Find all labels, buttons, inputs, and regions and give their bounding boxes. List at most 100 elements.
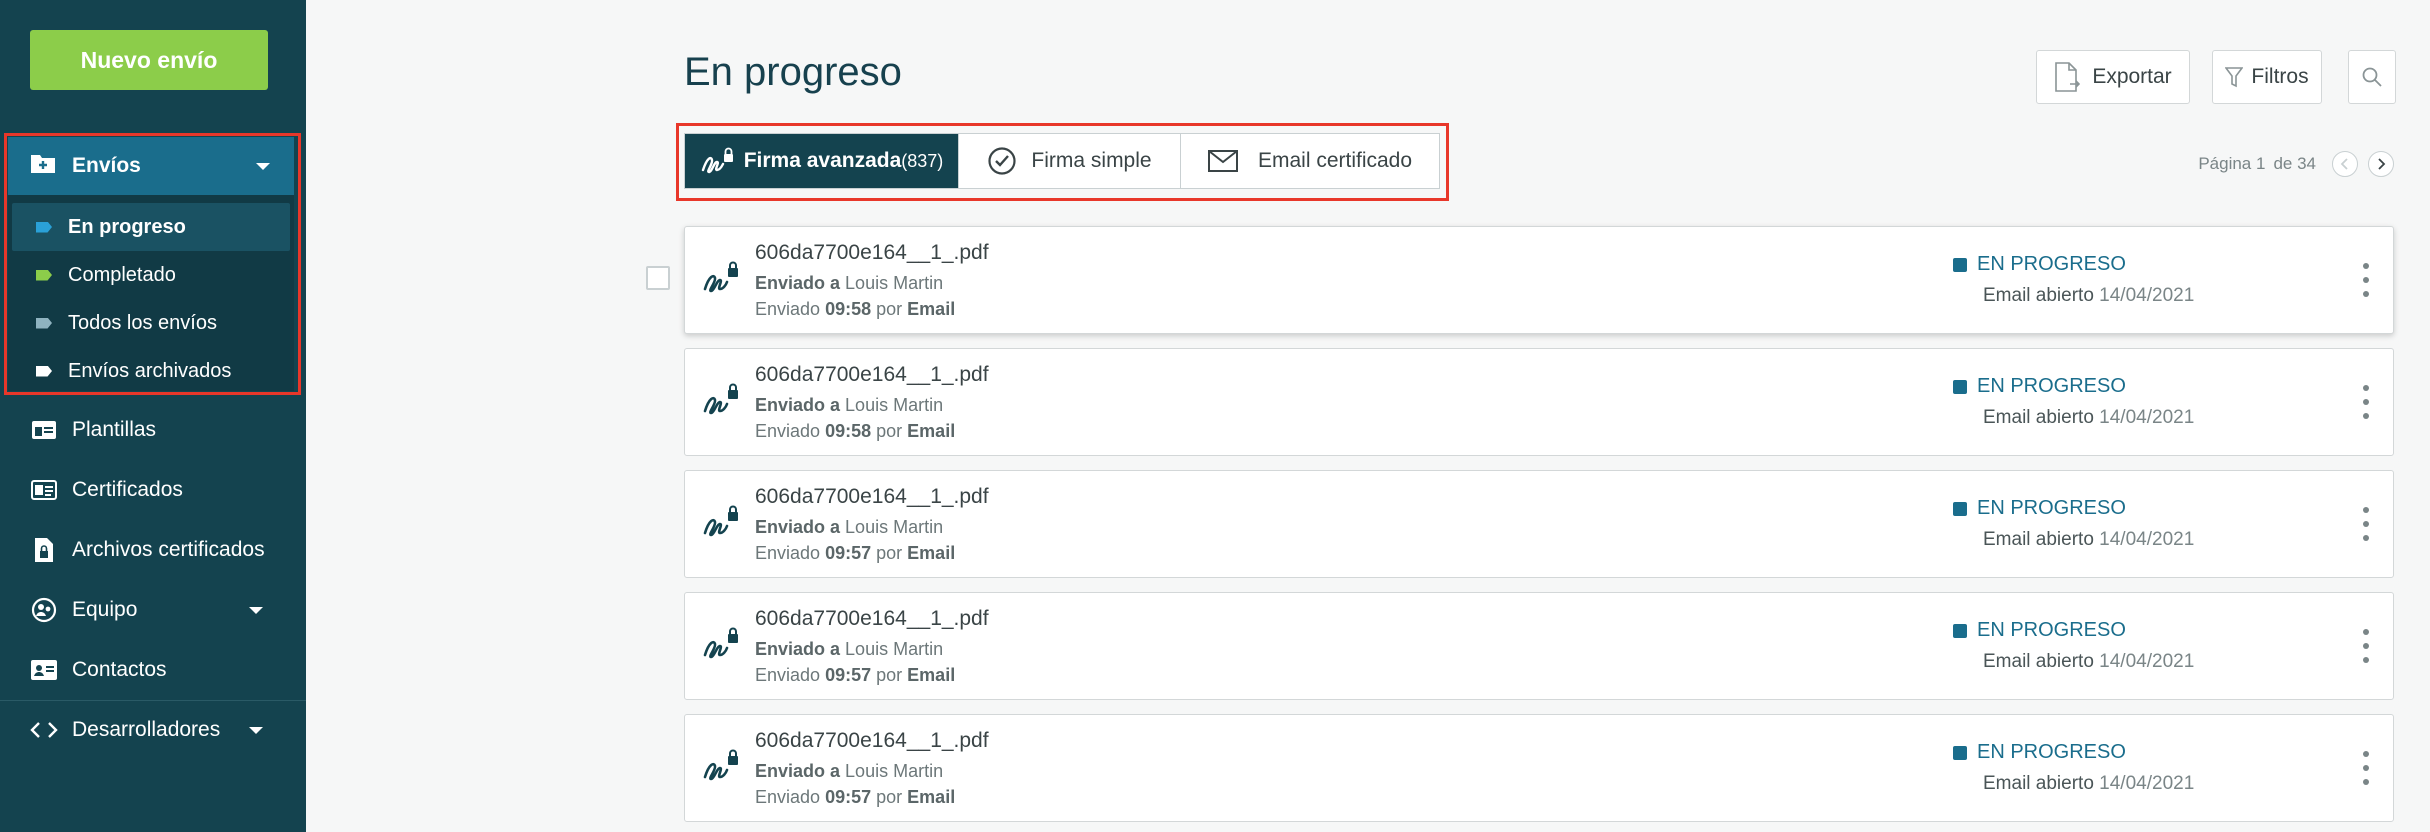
- sidebar-item-envios-archivados[interactable]: Envíos archivados: [8, 347, 286, 395]
- sent-info-line: Enviado 09:58 por Email: [755, 421, 955, 442]
- chevron-right-icon: [2378, 158, 2386, 170]
- status-text: EN PROGRESO: [1977, 619, 2126, 641]
- tab-label: Email certificado: [1257, 149, 1413, 172]
- status-badge: EN PROGRESO: [1953, 375, 2126, 398]
- new-envio-button[interactable]: Nuevo envío: [30, 30, 268, 90]
- sidebar-item-label: Envíos: [72, 154, 141, 177]
- recipient-line: Enviado a Louis Martin: [755, 639, 943, 660]
- search-icon: [2361, 66, 2383, 88]
- file-name: 606da7700e164__1_.pdf: [755, 607, 989, 630]
- tab-count: (837): [901, 150, 944, 171]
- sidebar-item-equipo[interactable]: Equipo: [0, 580, 306, 640]
- status-badge: EN PROGRESO: [1953, 741, 2126, 764]
- tab-label: Firma avanzada: [743, 149, 902, 172]
- select-row-checkbox[interactable]: [646, 266, 670, 290]
- list-item[interactable]: 606da7700e164__1_.pdf Enviado a Louis Ma…: [684, 348, 2394, 456]
- opened-date: 14/04/2021: [2099, 651, 2195, 672]
- recipient-line: Enviado a Louis Martin: [755, 395, 943, 416]
- page-title: En progreso: [684, 50, 902, 94]
- sent-to-label: Enviado a: [755, 639, 841, 659]
- chevron-down-icon[interactable]: [249, 727, 263, 734]
- sent-label: Enviado: [755, 421, 821, 441]
- tab-email-certificado[interactable]: Email certificado: [1181, 134, 1439, 188]
- recipient-name: Louis Martin: [845, 517, 944, 537]
- sent-channel: Email: [907, 299, 956, 319]
- advanced-signature-icon: [701, 747, 741, 787]
- tab-firma-avanzada[interactable]: Firma avanzada (837): [685, 134, 959, 188]
- tag-icon: [36, 365, 52, 377]
- recipient-line: Enviado a Louis Martin: [755, 761, 943, 782]
- sidebar-item-en-progreso[interactable]: En progreso: [12, 203, 290, 251]
- next-page-button[interactable]: [2368, 151, 2394, 177]
- export-file-icon: [2054, 62, 2081, 92]
- more-options-icon[interactable]: [2361, 385, 2371, 419]
- more-options-icon[interactable]: [2361, 507, 2371, 541]
- sent-time: 09:58: [825, 299, 872, 319]
- sidebar-item-todos-los-envios[interactable]: Todos los envíos: [8, 299, 286, 347]
- opened-label: Email abierto: [1983, 529, 2094, 550]
- advanced-signature-icon: [701, 625, 741, 665]
- sidebar-item-label: En progreso: [68, 215, 186, 238]
- tag-icon: [36, 317, 52, 329]
- prev-page-button[interactable]: [2332, 151, 2358, 177]
- status-square-icon: [1953, 501, 1967, 516]
- status-square-icon: [1953, 745, 1967, 760]
- check-circle-icon: [987, 146, 1017, 176]
- tag-icon: [36, 269, 52, 281]
- list-item[interactable]: 606da7700e164__1_.pdf Enviado a Louis Ma…: [684, 470, 2394, 578]
- chevron-down-icon[interactable]: [249, 607, 263, 614]
- more-options-icon[interactable]: [2361, 263, 2371, 297]
- by-label: por: [876, 421, 903, 441]
- recipient-name: Louis Martin: [845, 273, 944, 293]
- page-total: de 34: [2273, 154, 2316, 173]
- sidebar-item-label: Desarrolladores: [72, 718, 221, 741]
- more-options-icon[interactable]: [2361, 629, 2371, 663]
- file-name: 606da7700e164__1_.pdf: [755, 485, 989, 508]
- sidebar-item-certificados[interactable]: Certificados: [0, 460, 306, 520]
- tab-firma-simple[interactable]: Firma simple: [959, 134, 1181, 188]
- list-item[interactable]: 606da7700e164__1_.pdf Enviado a Louis Ma…: [684, 714, 2394, 822]
- code-icon: [30, 721, 58, 739]
- by-label: por: [876, 543, 903, 563]
- certificate-icon: [30, 480, 58, 500]
- sidebar-item-completado[interactable]: Completado: [8, 251, 286, 299]
- status-text: EN PROGRESO: [1977, 741, 2126, 763]
- sidebar-item-plantillas[interactable]: Plantillas: [0, 400, 306, 460]
- opened-info: Email abierto 14/04/2021: [1983, 407, 2194, 429]
- sent-time: 09:57: [825, 665, 872, 685]
- sidebar-item-envios[interactable]: Envíos: [8, 137, 294, 195]
- search-button[interactable]: [2348, 50, 2396, 104]
- sidebar-item-label: Completado: [68, 263, 176, 286]
- advanced-signature-icon: [701, 503, 741, 543]
- file-name: 606da7700e164__1_.pdf: [755, 363, 989, 386]
- sent-label: Enviado: [755, 787, 821, 807]
- page-number: Página 1: [2198, 154, 2266, 173]
- by-label: por: [876, 665, 903, 685]
- list-item[interactable]: 606da7700e164__1_.pdf Enviado a Louis Ma…: [684, 592, 2394, 700]
- sidebar-item-desarrolladores[interactable]: Desarrolladores: [0, 700, 306, 760]
- export-label: Exportar: [2092, 65, 2172, 88]
- sent-channel: Email: [907, 543, 956, 563]
- opened-date: 14/04/2021: [2099, 529, 2195, 550]
- by-label: por: [876, 787, 903, 807]
- chevron-down-icon[interactable]: [256, 163, 270, 170]
- add-folder-icon: [30, 152, 56, 180]
- more-options-icon[interactable]: [2361, 751, 2371, 785]
- sidebar-item-archivos-certificados[interactable]: Archivos certificados: [0, 520, 306, 580]
- template-icon: [30, 420, 58, 440]
- export-button[interactable]: Exportar: [2036, 50, 2190, 104]
- sidebar-item-label: Archivos certificados: [72, 538, 265, 561]
- sent-label: Enviado: [755, 665, 821, 685]
- tag-icon: [36, 221, 52, 233]
- recipient-name: Louis Martin: [845, 639, 944, 659]
- opened-date: 14/04/2021: [2099, 773, 2195, 794]
- sent-label: Enviado: [755, 299, 821, 319]
- filters-button[interactable]: Filtros: [2212, 50, 2322, 104]
- by-label: por: [876, 299, 903, 319]
- sidebar-item-label: Envíos archivados: [68, 359, 232, 382]
- sidebar-item-contactos[interactable]: Contactos: [0, 640, 306, 700]
- recipient-line: Enviado a Louis Martin: [755, 517, 943, 538]
- opened-info: Email abierto 14/04/2021: [1983, 651, 2194, 673]
- list-item[interactable]: 606da7700e164__1_.pdf Enviado a Louis Ma…: [684, 226, 2394, 334]
- sent-time: 09:57: [825, 543, 872, 563]
